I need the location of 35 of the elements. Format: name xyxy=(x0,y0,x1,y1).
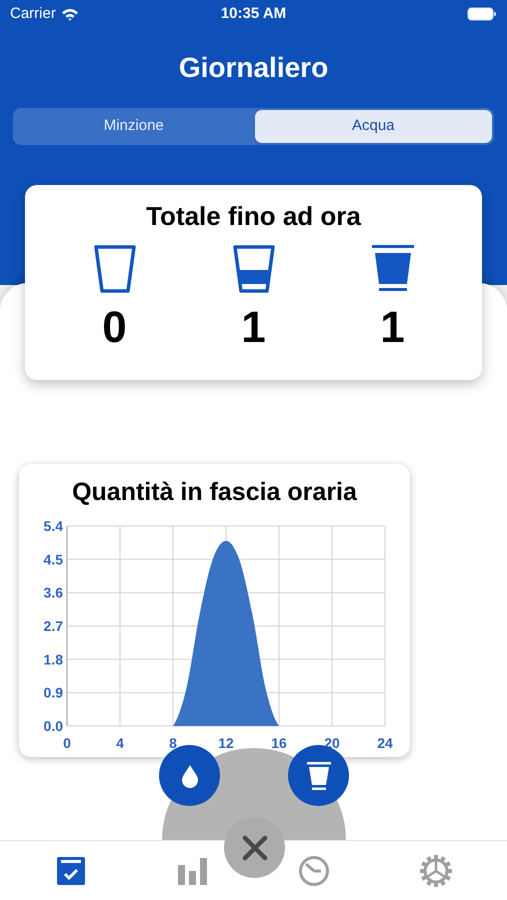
glass-count: 1 xyxy=(380,306,405,350)
x-tick-label: 16 xyxy=(271,735,287,751)
carrier-label: Carrier xyxy=(10,4,56,24)
y-tick-label: 1.8 xyxy=(44,651,63,668)
chart-title: Quantità in fascia oraria xyxy=(71,477,358,508)
x-tick-label: 8 xyxy=(169,735,177,751)
full-glass-icon xyxy=(370,244,416,294)
y-tick-label: 5.4 xyxy=(44,518,63,534)
half-glass-icon xyxy=(230,244,276,294)
settings-icon xyxy=(419,854,454,888)
glass-count: 0 xyxy=(102,306,127,350)
battery-icon xyxy=(467,7,497,21)
empty-glass-icon xyxy=(92,244,138,294)
x-tick-label: 4 xyxy=(116,735,124,751)
card-title: Totale fino ad ora xyxy=(146,200,361,233)
x-tick-label: 24 xyxy=(377,735,393,751)
glass-count: 1 xyxy=(241,306,266,350)
page-title: Giornaliero xyxy=(178,51,328,85)
x-tick-label: 0 xyxy=(63,735,71,751)
y-tick-label: 4.5 xyxy=(44,551,63,568)
y-tick-label: 0.9 xyxy=(44,684,63,701)
x-tick-label: 12 xyxy=(218,735,234,751)
status-time: 10:35 AM xyxy=(220,4,286,24)
y-tick-label: 2.7 xyxy=(44,618,63,634)
glass-icon xyxy=(306,760,332,790)
drop-icon xyxy=(180,764,198,788)
y-tick-label: 3.6 xyxy=(44,584,63,601)
segment-tab[interactable]: Minzione xyxy=(15,110,252,143)
close-icon xyxy=(242,834,268,860)
calendar-check-icon xyxy=(56,856,86,886)
bar-chart-icon xyxy=(176,856,209,884)
clock-icon xyxy=(298,854,330,886)
y-tick-label: 0.0 xyxy=(44,718,63,734)
wifi-icon xyxy=(60,8,79,20)
segment-tab[interactable]: Acqua xyxy=(254,110,492,143)
